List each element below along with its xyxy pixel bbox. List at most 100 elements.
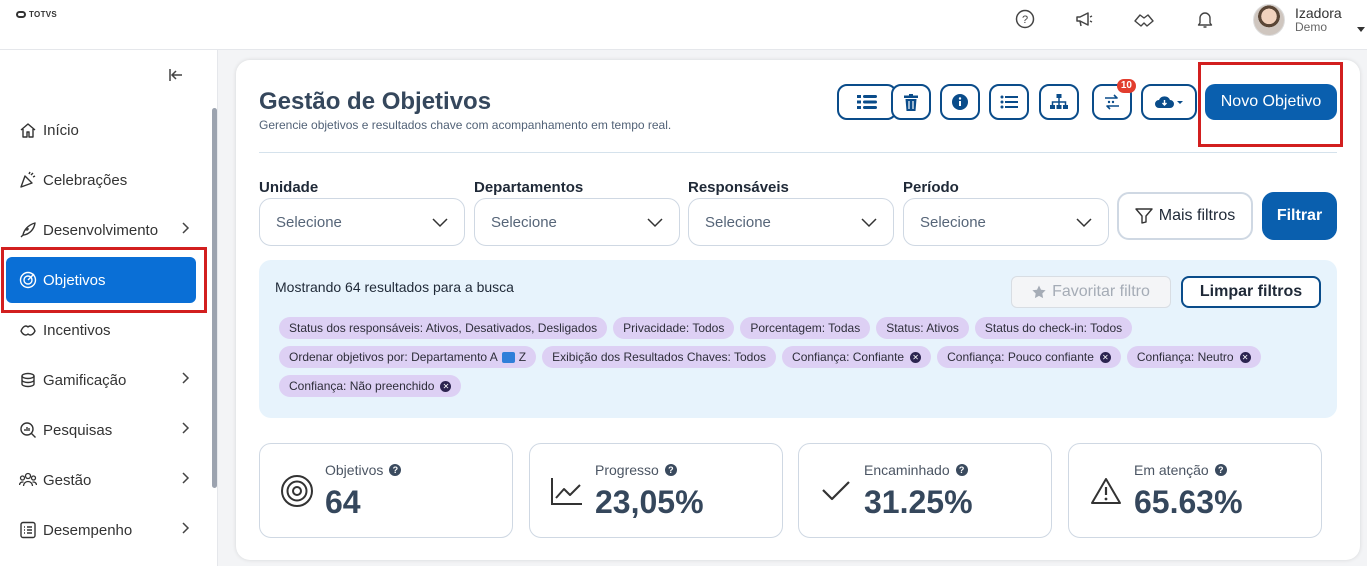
- coins-icon: [18, 370, 38, 390]
- page-title: Gestão de Objetivos: [259, 88, 492, 115]
- list-view-button[interactable]: [837, 84, 897, 120]
- stat-label: Em atenção?: [1134, 462, 1227, 478]
- sidebar-item-desempenho[interactable]: Desempenho: [6, 507, 196, 553]
- caret-down-icon[interactable]: [1357, 27, 1365, 32]
- apply-filter-button[interactable]: Filtrar: [1262, 192, 1337, 240]
- collapse-sidebar-icon[interactable]: [168, 68, 184, 86]
- chip-text: Status dos responsáveis: Ativos, Desativ…: [289, 321, 598, 335]
- departamentos-select[interactable]: Selecione: [474, 198, 680, 246]
- filter-chip: Porcentagem: Todas: [740, 317, 871, 339]
- filter-icon: [1135, 208, 1153, 224]
- chip-text: Confiança: Pouco confiante: [947, 350, 1094, 364]
- sidebar-scrollbar[interactable]: [212, 108, 217, 488]
- user-menu[interactable]: Izadora Demo: [1253, 4, 1342, 36]
- logo-text: TOTVS: [29, 10, 58, 19]
- filter-chip: Confiança: Pouco confiante ✕: [937, 346, 1121, 368]
- sidebar-item-label: Incentivos: [43, 321, 111, 339]
- favorite-filter-label: Favoritar filtro: [1052, 283, 1150, 300]
- help-icon[interactable]: ?: [664, 464, 677, 476]
- filter-chip: Status: Ativos: [876, 317, 969, 339]
- help-icon[interactable]: ?: [955, 464, 968, 476]
- list-view-icon: [857, 95, 877, 109]
- select-value: Selecione: [276, 213, 342, 231]
- remove-chip-icon[interactable]: ✕: [1099, 351, 1111, 363]
- filter-chip: Ordenar objetivos por: Departamento A Z: [279, 346, 537, 368]
- chevron-down-icon: [1076, 215, 1092, 232]
- select-value: Selecione: [491, 213, 557, 231]
- user-info: Izadora Demo: [1295, 6, 1342, 34]
- divider: [259, 152, 1337, 153]
- unidade-select[interactable]: Selecione: [259, 198, 465, 246]
- stat-label: Progresso?: [595, 462, 677, 478]
- remove-chip-icon[interactable]: ✕: [440, 380, 452, 392]
- stat-label-text: Em atenção: [1134, 462, 1209, 478]
- remove-chip-icon[interactable]: ✕: [910, 351, 922, 363]
- info-button[interactable]: [940, 84, 980, 120]
- sync-button[interactable]: 10: [1092, 79, 1136, 120]
- help-icon[interactable]: ?: [1214, 464, 1227, 476]
- sidebar-item-label: Gamificação: [43, 371, 127, 389]
- chip-text: Confiança: Neutro: [1136, 350, 1234, 364]
- bullet-list-icon: [1000, 95, 1018, 109]
- stat-card-em-atencao: Em atenção? 65.63%: [1068, 443, 1322, 538]
- chevron-right-icon: [182, 471, 190, 488]
- download-menu-button[interactable]: [1141, 84, 1197, 120]
- filter-label-periodo: Período: [903, 179, 959, 196]
- stat-value: 23,05%: [595, 484, 704, 520]
- chip-text: Porcentagem: Todas: [750, 321, 861, 335]
- svg-text:?: ?: [1022, 14, 1028, 26]
- help-icon[interactable]: ?: [1014, 8, 1036, 30]
- sidebar-item-gestao[interactable]: Gestão: [6, 457, 196, 503]
- select-value: Selecione: [920, 213, 986, 231]
- trash-icon: [904, 93, 918, 111]
- brand-logo[interactable]: TOTVS: [16, 10, 57, 19]
- chevron-down-icon: [861, 215, 877, 232]
- chip-text: Status do check-in: Todos: [984, 321, 1123, 335]
- main-panel: Gestão de Objetivos Gerencie objetivos e…: [236, 60, 1360, 560]
- stat-card-progresso: Progresso? 23,05%: [529, 443, 783, 538]
- responsaveis-select[interactable]: Selecione: [688, 198, 894, 246]
- results-summary: Mostrando 64 resultados para a busca: [275, 279, 514, 295]
- delete-button[interactable]: [891, 84, 931, 120]
- user-name: Izadora: [1295, 5, 1342, 21]
- target-icon: [280, 474, 314, 508]
- chip-text: Ordenar objetivos por: Departamento A Z: [289, 346, 526, 368]
- favorite-filter-button[interactable]: Favoritar filtro: [1011, 276, 1171, 308]
- handshake-icon[interactable]: [1133, 8, 1155, 30]
- chevron-right-icon: [182, 371, 190, 388]
- filter-label-unidade: Unidade: [259, 179, 319, 196]
- help-icon[interactable]: ?: [389, 464, 402, 476]
- chip-text-main: Ordenar objetivos por: Departamento A: [289, 350, 498, 364]
- chip-text: Exibição dos Resultados Chaves: Todos: [552, 350, 767, 364]
- stat-value: 64: [325, 484, 361, 520]
- chip-text: Confiança: Não preenchido: [289, 379, 435, 393]
- sidebar-item-pesquisas[interactable]: Pesquisas: [6, 407, 196, 453]
- chevron-down-icon: [432, 215, 448, 232]
- check-icon: [819, 474, 853, 508]
- periodo-select[interactable]: Selecione: [903, 198, 1109, 246]
- stat-label: Encaminhado?: [864, 462, 968, 478]
- user-role: Demo: [1295, 20, 1328, 34]
- rocket-icon: [18, 220, 38, 240]
- party-icon: [18, 170, 38, 190]
- stat-label: Objetivos?: [325, 462, 402, 478]
- megaphone-icon[interactable]: [1073, 8, 1095, 30]
- sync-icon: [1105, 94, 1119, 110]
- list-button[interactable]: [989, 84, 1029, 120]
- sidebar-item-incentivos[interactable]: Incentivos: [6, 307, 196, 353]
- clear-filters-button[interactable]: Limpar filtros: [1181, 276, 1321, 308]
- sitemap-icon: [1050, 94, 1068, 109]
- sidebar-item-label: Desempenho: [43, 521, 133, 539]
- stat-label-text: Encaminhado: [864, 462, 950, 478]
- star-icon: [1032, 285, 1046, 299]
- more-filters-button[interactable]: Mais filtros: [1117, 192, 1253, 240]
- sidebar-item-celebracoes[interactable]: Celebrações: [6, 157, 196, 203]
- sidebar-item-gamificacao[interactable]: Gamificação: [6, 357, 196, 403]
- sidebar-item-inicio[interactable]: Início: [6, 107, 196, 153]
- remove-chip-icon[interactable]: ✕: [1239, 351, 1251, 363]
- bell-icon[interactable]: [1194, 8, 1216, 30]
- logo-ring-icon: [16, 11, 26, 18]
- hierarchy-button[interactable]: [1039, 84, 1079, 120]
- sidebar-item-label: Pesquisas: [43, 421, 113, 439]
- more-filters-label: Mais filtros: [1158, 207, 1236, 224]
